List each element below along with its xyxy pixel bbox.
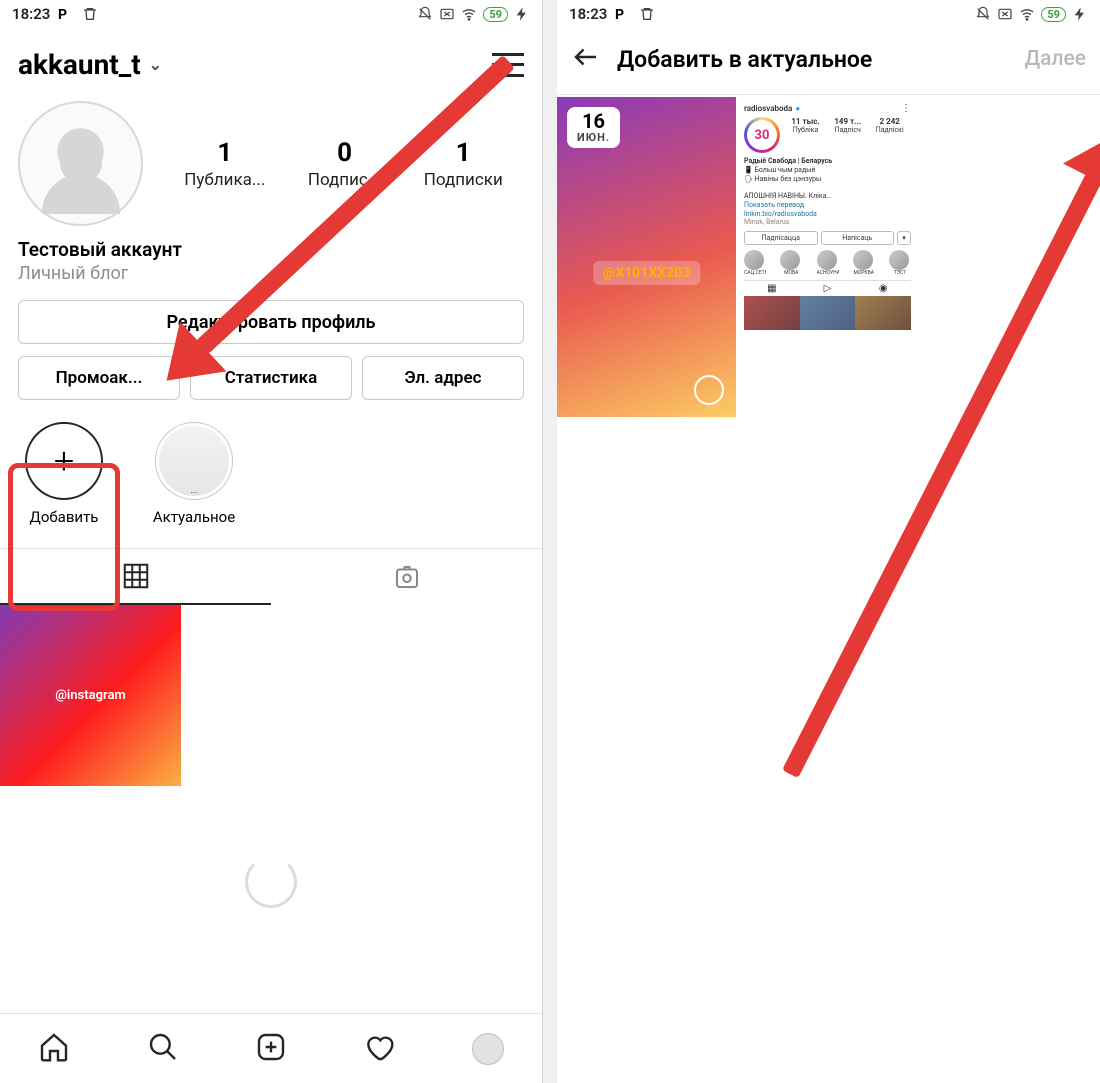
inner-stats: 11 тыс.Публіка 149 т...Падпісч 2 242Падп…	[784, 117, 911, 134]
tab-tagged[interactable]	[271, 549, 542, 605]
profile-summary: 1Публика... 0Подпис... 1Подписки	[0, 91, 542, 226]
back-button[interactable]	[571, 42, 601, 76]
inner-follow-button: Падпісацца	[744, 231, 818, 245]
highlight-thumb: ...	[155, 422, 233, 500]
username-text: akkaunt_t	[18, 48, 141, 81]
story-item-2[interactable]: radiosvaboda ● ⋮ 30 11 тыс.Публіка 149 т…	[738, 97, 917, 417]
story-date-chip: 16 июн.	[567, 107, 620, 148]
next-button[interactable]: Далее	[1024, 47, 1086, 71]
p-icon: P	[58, 6, 74, 22]
highlight-actual-label: Актуальное	[153, 508, 235, 526]
phone-right-add-highlight: 18:23 P 59 Добавить в актуальное Далее 1…	[557, 0, 1100, 1083]
battery-indicator: 59	[1041, 7, 1066, 22]
inner-buttons: Падпісацца Напісаць ▾	[744, 231, 911, 245]
category-label: Личный блог	[18, 263, 524, 284]
inner-tabs: ▦▷◉	[744, 280, 911, 296]
story-select-circle[interactable]	[694, 375, 724, 405]
inner-profile-handle: radiosvaboda	[744, 104, 792, 113]
promo-button[interactable]: Промоак...	[18, 356, 180, 400]
story-item-1[interactable]: 16 июн. @X101XX203	[557, 97, 736, 417]
tab-grid[interactable]	[0, 549, 271, 605]
highlights-row: + Добавить ... Актуальное	[0, 400, 542, 526]
nav-activity-icon[interactable]	[363, 1031, 395, 1067]
feed-item-1[interactable]: @instagram	[0, 605, 181, 786]
inner-bio: Радыё Свабода | Беларусь 📱 Больш чым рад…	[744, 157, 911, 227]
svg-text:P: P	[58, 7, 67, 22]
stats-button[interactable]: Статистика	[190, 356, 352, 400]
bottom-nav	[0, 1013, 542, 1083]
username-switcher[interactable]: akkaunt_t ⌄	[18, 48, 162, 81]
svg-text:P: P	[615, 7, 624, 22]
inner-message-button: Напісаць	[821, 231, 895, 245]
edit-profile-button[interactable]: Редактировать профиль	[18, 300, 524, 344]
status-bar: 18:23 P 59	[0, 0, 542, 28]
stat-following[interactable]: 1Подписки	[424, 138, 503, 190]
x-box-icon	[439, 6, 455, 22]
inner-avatar-day: 30	[747, 120, 777, 150]
profile-buttons: Редактировать профиль Промоак... Статист…	[0, 284, 542, 400]
page-title: Добавить в актуальное	[617, 46, 1008, 73]
loading-spinner	[245, 856, 297, 908]
stat-followers[interactable]: 0Подпис...	[308, 138, 381, 190]
nav-search-icon[interactable]	[147, 1031, 179, 1067]
avatar[interactable]	[18, 101, 143, 226]
display-name: Тестовый аккаунт	[18, 238, 524, 261]
feed-grid: @instagram	[0, 605, 542, 786]
bolt-icon	[514, 6, 530, 22]
profile-header: akkaunt_t ⌄	[0, 28, 542, 91]
highlight-actual[interactable]: ... Актуальное	[144, 422, 244, 526]
bell-mute-icon	[975, 6, 991, 22]
hamburger-menu-icon[interactable]	[492, 53, 524, 77]
trash-icon	[82, 6, 98, 22]
story-picker-grid: 16 июн. @X101XX203 radiosvaboda ● ⋮ 30	[557, 95, 1100, 417]
highlight-add-label: Добавить	[30, 508, 99, 526]
highlight-add[interactable]: + Добавить	[14, 422, 114, 526]
bell-mute-icon	[417, 6, 433, 22]
inner-highlights: САЦ.СЕТКІ МОВА АСНОЎНАЕ МОРКВА ТЭСТ	[744, 250, 911, 276]
add-highlight-header: Добавить в актуальное Далее	[557, 28, 1100, 95]
wifi-icon	[1019, 6, 1035, 22]
bio-block: Тестовый аккаунт Личный блог	[0, 226, 542, 284]
status-time: 18:23	[12, 5, 50, 23]
bolt-icon	[1072, 6, 1088, 22]
story-select-circle[interactable]	[875, 375, 905, 405]
story-mention-sticker: @X101XX203	[593, 261, 700, 285]
status-time: 18:23	[569, 5, 607, 23]
battery-indicator: 59	[483, 7, 508, 22]
status-bar: 18:23 P 59	[557, 0, 1100, 28]
trash-icon	[639, 6, 655, 22]
x-box-icon	[997, 6, 1013, 22]
more-icon: ⋮	[901, 103, 911, 114]
phone-left-profile: 18:23 P 59 akkaunt_t ⌄ 1Пуб	[0, 0, 543, 1083]
nav-new-post-icon[interactable]	[255, 1031, 287, 1067]
nav-profile-icon[interactable]	[472, 1033, 504, 1065]
chevron-down-icon: ⌄	[149, 55, 162, 74]
nav-home-icon[interactable]	[38, 1031, 70, 1067]
inner-avatar-ring: 30	[744, 117, 780, 153]
inner-photos	[744, 296, 911, 330]
profile-tabs	[0, 548, 542, 605]
verified-badge-icon: ●	[795, 104, 800, 113]
stat-posts[interactable]: 1Публика...	[184, 138, 265, 190]
wifi-icon	[461, 6, 477, 22]
inner-dropdown-button: ▾	[897, 231, 911, 245]
plus-icon: +	[25, 422, 103, 500]
p-icon: P	[615, 6, 631, 22]
email-button[interactable]: Эл. адрес	[362, 356, 524, 400]
